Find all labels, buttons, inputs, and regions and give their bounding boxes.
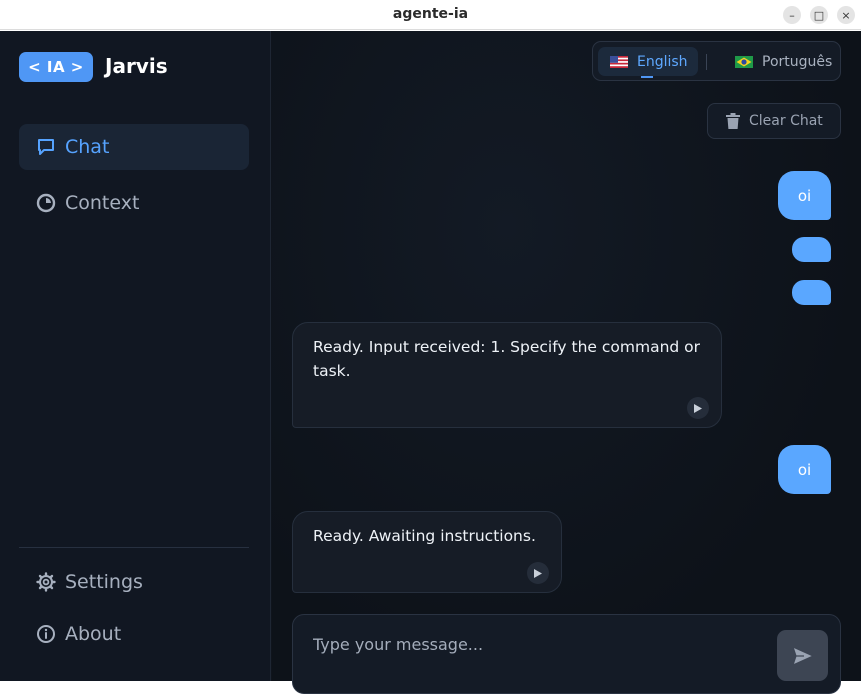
play-icon — [534, 568, 542, 578]
maximize-icon: □ — [813, 8, 825, 22]
send-button[interactable] — [777, 630, 828, 681]
user-message — [792, 237, 831, 262]
language-english-button[interactable]: English — [598, 47, 698, 76]
close-icon: × — [841, 8, 851, 22]
clear-chat-button[interactable]: Clear Chat — [707, 103, 841, 139]
message-composer — [292, 614, 841, 694]
message-input[interactable] — [313, 632, 753, 656]
user-message: oi — [778, 171, 831, 220]
minimize-button[interactable]: – — [783, 6, 801, 24]
message-text: oi — [797, 186, 812, 205]
language-separator — [706, 54, 707, 70]
sidebar: < IA > Jarvis Chat Context Settings Abou… — [0, 31, 271, 681]
info-icon — [35, 623, 57, 645]
play-audio-button[interactable] — [687, 397, 709, 419]
brand-name: Jarvis — [105, 54, 168, 78]
language-label: Português — [762, 53, 833, 70]
logo-badge: < IA > — [19, 52, 93, 82]
minimize-icon: – — [789, 8, 795, 22]
play-audio-button[interactable] — [527, 562, 549, 584]
sidebar-item-about[interactable]: About — [19, 611, 249, 657]
assistant-message: Ready. Awaiting instructions. — [292, 511, 562, 593]
sidebar-item-context[interactable]: Context — [19, 180, 249, 226]
us-flag-icon — [610, 55, 628, 68]
user-message — [792, 280, 831, 305]
sidebar-divider — [19, 547, 249, 548]
pie-chart-icon — [35, 192, 57, 214]
language-label: English — [637, 53, 688, 70]
sidebar-item-label: Context — [65, 192, 140, 214]
sidebar-item-chat[interactable]: Chat — [19, 124, 249, 170]
window-title: agente-ia — [392, 6, 469, 22]
message-text: Ready. Input received: 1. Specify the co… — [313, 338, 701, 380]
play-icon — [694, 403, 702, 413]
maximize-button[interactable]: □ — [810, 6, 828, 24]
sidebar-item-label: About — [65, 623, 122, 645]
trash-icon — [726, 113, 740, 129]
window-titlebar: agente-ia – □ × — [0, 0, 861, 30]
clear-chat-label: Clear Chat — [749, 113, 823, 129]
sidebar-item-label: Settings — [65, 571, 143, 593]
assistant-message: Ready. Input received: 1. Specify the co… — [292, 322, 722, 428]
chat-main: English Português Clear Chat oi Ready. I… — [272, 31, 861, 694]
send-icon — [792, 646, 813, 665]
message-text: Ready. Awaiting instructions. — [313, 527, 536, 545]
brazil-flag-icon — [735, 55, 753, 68]
active-language-indicator — [641, 76, 653, 78]
app-root: < IA > Jarvis Chat Context Settings Abou… — [0, 31, 861, 694]
sidebar-item-settings[interactable]: Settings — [19, 559, 249, 605]
close-window-button[interactable]: × — [837, 6, 855, 24]
sidebar-item-label: Chat — [65, 136, 110, 158]
user-message: oi — [778, 445, 831, 494]
language-portuguese-button[interactable]: Português — [723, 47, 844, 76]
gear-icon — [35, 571, 57, 593]
chat-bubble-icon — [35, 136, 57, 158]
language-switcher: English Português — [592, 41, 841, 81]
message-text: oi — [797, 460, 812, 479]
